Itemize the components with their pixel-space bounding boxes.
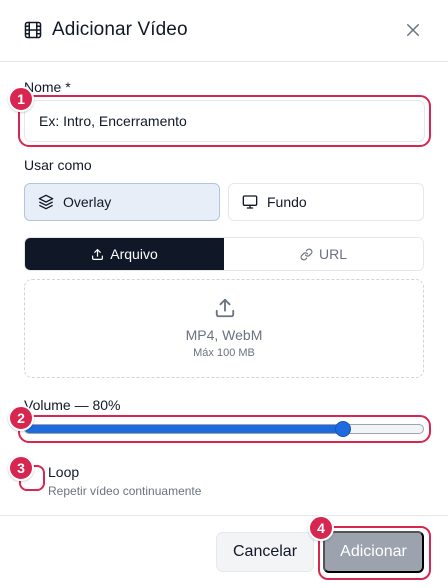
film-icon	[24, 21, 42, 39]
usage-option-label: Overlay	[63, 194, 112, 210]
usage-option-fundo[interactable]: Fundo	[228, 183, 424, 221]
step-marker-1: 1	[8, 86, 34, 112]
step-marker-2: 2	[8, 405, 34, 431]
monitor-icon	[242, 195, 258, 209]
cancel-button[interactable]: Cancelar	[216, 532, 314, 572]
usage-label: Usar como	[24, 157, 92, 173]
tab-arquivo[interactable]: Arquivo	[25, 238, 224, 270]
step-marker-3: 3	[8, 455, 34, 481]
tab-label: URL	[318, 246, 347, 262]
volume-slider-thumb[interactable]	[335, 421, 351, 437]
upload-icon	[215, 298, 235, 318]
upload-icon	[92, 248, 104, 260]
usage-option-overlay[interactable]: Overlay	[24, 183, 220, 221]
volume-slider-fill	[25, 425, 343, 433]
source-tabs: Arquivo URL	[24, 237, 424, 271]
file-dropzone[interactable]: MP4, WebM Máx 100 MB	[24, 279, 424, 378]
tab-label: Arquivo	[110, 246, 158, 262]
tab-url[interactable]: URL	[224, 238, 423, 270]
usage-option-label: Fundo	[267, 194, 307, 210]
dropzone-max-size: Máx 100 MB	[193, 347, 255, 359]
dialog-title: Adicionar Vídeo	[52, 19, 188, 40]
dropzone-formats: MP4, WebM	[185, 327, 263, 343]
volume-label: Volume — 80%	[24, 397, 121, 413]
volume-slider[interactable]	[24, 421, 424, 437]
name-input[interactable]	[24, 100, 425, 142]
layers-icon	[38, 194, 54, 210]
step-marker-4: 4	[308, 515, 334, 541]
link-icon	[300, 248, 313, 260]
loop-description: Repetir vídeo continuamente	[48, 484, 202, 498]
submit-button[interactable]: Adicionar	[323, 531, 424, 573]
close-icon[interactable]	[404, 21, 422, 39]
dialog-header: Adicionar Vídeo	[0, 0, 448, 62]
footer-divider	[0, 515, 448, 516]
loop-label: Loop	[48, 464, 80, 480]
